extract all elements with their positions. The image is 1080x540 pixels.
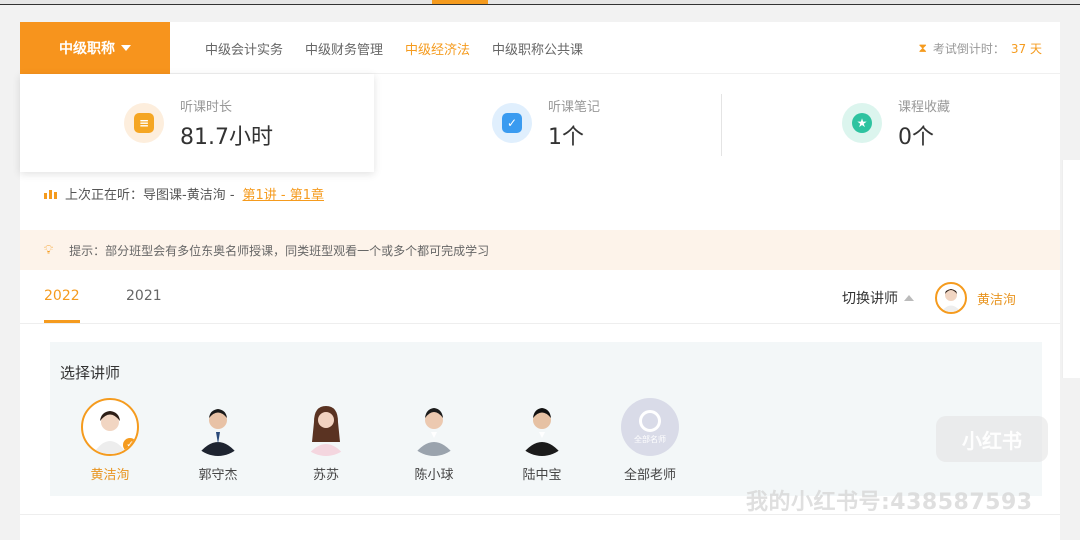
subject-tabs: 中级会计实务 中级财务管理 中级经济法 中级职称公共课 bbox=[205, 22, 583, 74]
teacher-option[interactable]: 郭守杰 bbox=[188, 398, 248, 483]
playing-bars-icon bbox=[44, 189, 57, 199]
tab-finance[interactable]: 中级财务管理 bbox=[305, 39, 383, 58]
lightbulb-icon: 💡︎ bbox=[44, 242, 54, 258]
stat-divider bbox=[721, 94, 722, 156]
teacher-option[interactable]: 陆中宝 bbox=[512, 398, 572, 483]
watermark-logo: 小红书 bbox=[936, 416, 1048, 462]
all-teachers-icon: 全部名师 bbox=[621, 398, 679, 456]
stat-label: 听课时长 bbox=[180, 99, 233, 115]
window-top-edge bbox=[0, 0, 1080, 5]
last-played-link[interactable]: 第1讲 - 第1章 bbox=[243, 184, 325, 203]
teacher-select-panel: 选择讲师 ✓ 黄洁洵 郭守杰 苏苏 陈小球 陆中宝 全部名师 全部老师 bbox=[50, 342, 1042, 496]
tip-text: 提示：部分班型会有多位东奥名师授课，同类班型观看一个或多个都可完成学习 bbox=[69, 243, 490, 258]
teacher-name: 郭守杰 bbox=[198, 468, 238, 483]
teacher-avatar: ✓ bbox=[81, 398, 139, 456]
clock-icon: ≡ bbox=[124, 103, 164, 143]
star-icon: ★ bbox=[842, 103, 882, 143]
watermark-account: 我的小红书号:438587593 bbox=[746, 490, 1033, 515]
exam-countdown: ⧗ 考试倒计时： 37 天 bbox=[918, 22, 1042, 74]
tab-economic-law[interactable]: 中级经济法 bbox=[405, 39, 470, 58]
stat-value: 1个 bbox=[548, 124, 584, 150]
teacher-name: 陈小球 bbox=[414, 468, 454, 483]
last-played-text: 上次正在听：导图课-黄洁洵 - bbox=[65, 188, 235, 203]
stat-study-time[interactable]: ≡ 听课时长 81.7小时 bbox=[20, 74, 374, 172]
stat-notes[interactable]: ✓ 听课笔记 1个 bbox=[492, 74, 600, 172]
tab-public-course[interactable]: 中级职称公共课 bbox=[492, 39, 583, 58]
teacher-name: 全部老师 bbox=[623, 468, 676, 483]
category-dropdown[interactable]: 中级职称 bbox=[20, 22, 170, 74]
panel-title: 选择讲师 bbox=[60, 364, 121, 382]
top-nav: 中级职称 中级会计实务 中级财务管理 中级经济法 中级职称公共课 ⧗ 考试倒计时… bbox=[20, 22, 1060, 74]
note-check-icon: ✓ bbox=[492, 103, 532, 143]
stat-label: 课程收藏 bbox=[898, 99, 951, 115]
course-center-card: 中级职称 中级会计实务 中级财务管理 中级经济法 中级职称公共课 ⧗ 考试倒计时… bbox=[20, 22, 1060, 540]
selected-check-icon: ✓ bbox=[123, 438, 137, 452]
floating-side-panel-edge[interactable] bbox=[1062, 160, 1080, 378]
all-teachers-badge-text: 全部名师 bbox=[634, 434, 666, 444]
stat-value: 81.7小时 bbox=[180, 124, 273, 150]
countdown-label: 考试倒计时： bbox=[932, 41, 1005, 56]
stat-value: 0个 bbox=[898, 124, 934, 150]
current-teacher-name: 黄洁洵 bbox=[976, 292, 1016, 308]
current-teacher[interactable]: 黄洁洵 bbox=[934, 282, 1016, 314]
teacher-avatar bbox=[513, 398, 571, 456]
tab-year-2021[interactable]: 2021 bbox=[126, 288, 162, 304]
top-accent-bar bbox=[432, 0, 488, 4]
teacher-option[interactable]: 苏苏 bbox=[296, 398, 356, 483]
tab-year-2022[interactable]: 2022 bbox=[44, 288, 80, 304]
year-tabs: 2022 2021 切换讲师 黄洁洵 bbox=[20, 272, 1060, 324]
teacher-option[interactable]: ✓ 黄洁洵 bbox=[80, 398, 140, 483]
current-teacher-avatar bbox=[934, 282, 967, 314]
category-dropdown-label: 中级职称 bbox=[59, 41, 115, 57]
ring-logo-icon bbox=[639, 409, 661, 432]
countdown-value: 37 天 bbox=[1010, 41, 1042, 56]
active-tab-underline bbox=[44, 320, 80, 323]
last-played: 上次正在听：导图课-黄洁洵 - 第1讲 - 第1章 bbox=[44, 184, 324, 203]
teacher-name: 陆中宝 bbox=[522, 468, 562, 483]
teacher-name: 苏苏 bbox=[312, 468, 339, 483]
stat-label: 听课笔记 bbox=[548, 99, 601, 115]
teacher-avatar bbox=[189, 398, 247, 456]
switch-teacher-toggle[interactable]: 切换讲师 bbox=[842, 288, 914, 308]
tab-accounting[interactable]: 中级会计实务 bbox=[205, 39, 283, 58]
tip-banner: 💡︎ 提示：部分班型会有多位东奥名师授课，同类班型观看一个或多个都可完成学习 bbox=[20, 230, 1060, 270]
switch-teacher-label: 切换讲师 bbox=[842, 291, 898, 307]
caret-up-icon bbox=[904, 295, 914, 301]
teacher-list: ✓ 黄洁洵 郭守杰 苏苏 陈小球 陆中宝 全部名师 全部老师 bbox=[80, 398, 680, 483]
hourglass-icon: ⧗ bbox=[918, 40, 927, 55]
stats-row: ≡ 听课时长 81.7小时 ✓ 听课笔记 1个 ★ 课程收藏 0个 bbox=[20, 74, 1060, 172]
stat-favorites[interactable]: ★ 课程收藏 0个 bbox=[842, 74, 950, 172]
teacher-avatar bbox=[297, 398, 355, 456]
teacher-option[interactable]: 陈小球 bbox=[404, 398, 464, 483]
teacher-name: 黄洁洵 bbox=[90, 468, 130, 483]
teacher-option-all[interactable]: 全部名师 全部老师 bbox=[620, 398, 680, 483]
teacher-avatar bbox=[405, 398, 463, 456]
caret-down-icon bbox=[121, 45, 131, 51]
